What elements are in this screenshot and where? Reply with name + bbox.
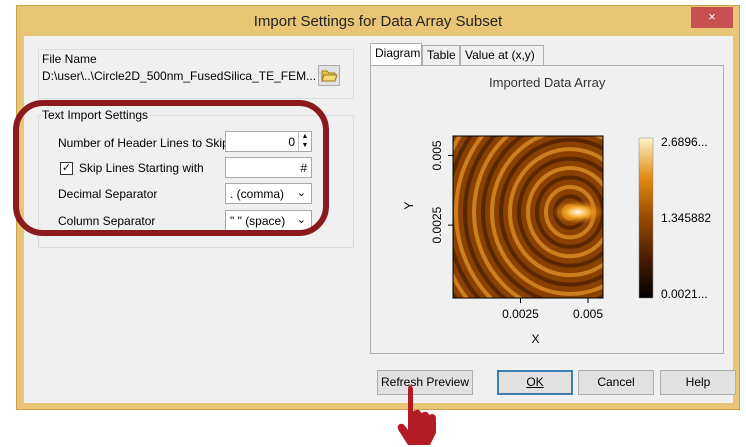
help-label: Help — [685, 375, 711, 389]
folder-open-icon — [321, 70, 338, 82]
cancel-label: Cancel — [597, 375, 635, 389]
ok-label: OK — [526, 375, 544, 389]
file-name-label: File Name — [42, 52, 97, 66]
tab-table[interactable]: Table — [422, 45, 460, 65]
tab-strip: Diagram Table Value at (x,y) — [370, 43, 740, 67]
colorbar-label: 2.6896... — [661, 135, 708, 149]
colorbar-label: 0.0021... — [661, 287, 708, 301]
cancel-button[interactable]: Cancel — [578, 370, 654, 395]
y-tick-label: 0.0025 — [430, 206, 444, 243]
hot-spot — [552, 200, 603, 225]
pointing-hand-icon — [397, 385, 436, 445]
x-axis-label: X — [531, 332, 539, 346]
diagram-panel: Imported Data Array 0.0025 0.005 X 0.0025 0.… — [370, 65, 724, 354]
help-button[interactable]: Help — [660, 370, 736, 395]
y-axis-label: Y — [402, 202, 416, 210]
file-path-text: D:\user\..\Circle2D_500nm_FusedSilica_TE… — [42, 69, 317, 83]
title-bar: Import Settings for Data Array Subset × — [17, 6, 739, 36]
tab-value-at-xy[interactable]: Value at (x,y) — [460, 45, 544, 65]
colorbar — [638, 137, 654, 299]
highlight-outline — [13, 100, 329, 236]
x-tick-label: 0.005 — [573, 307, 603, 321]
y-tick-label: 0.005 — [430, 140, 444, 170]
dialog-title: Import Settings for Data Array Subset — [253, 13, 503, 30]
colorbar-label: 1.345882 — [661, 211, 711, 225]
heatmap-chart: 0.0025 0.005 X 0.0025 0.005 Y 2.6896... 1.34588… — [402, 135, 711, 346]
ok-button[interactable]: OK — [497, 370, 573, 395]
tab-diagram[interactable]: Diagram — [370, 43, 422, 66]
open-file-button[interactable] — [318, 65, 340, 86]
close-button[interactable]: × — [691, 7, 733, 28]
x-tick-label: 0.0025 — [502, 307, 539, 321]
